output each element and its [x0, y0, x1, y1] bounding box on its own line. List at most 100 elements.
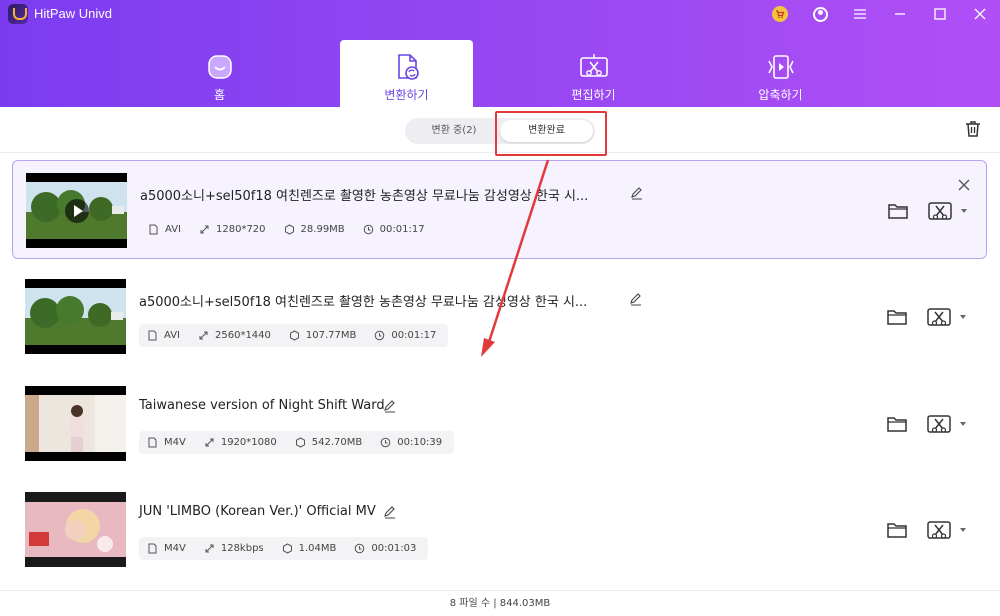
clock-icon — [380, 437, 391, 448]
close-window-button[interactable] — [960, 0, 1000, 28]
size-icon — [282, 543, 292, 554]
user-icon — [812, 6, 828, 22]
meta-bitrate: 128kbps — [204, 543, 264, 554]
subtab-converting[interactable]: 변환 중(2) — [410, 118, 498, 144]
file-row[interactable]: a5000소니+sel50f18 여친렌즈로 촬영한 농촌영상 무료나눔 감성영… — [12, 267, 987, 366]
file-row[interactable]: Taiwanese version of Night Shift Ward M4… — [12, 374, 987, 473]
thumbnail-image — [25, 492, 126, 567]
thumbnail-image — [25, 288, 126, 345]
meta-resolution: 1280*720 — [199, 224, 266, 235]
maximize-button[interactable] — [920, 0, 960, 28]
rename-icon[interactable] — [383, 399, 397, 413]
menu-icon — [854, 9, 866, 19]
remove-icon[interactable] — [957, 178, 971, 192]
size-value: 1.04MB — [298, 543, 337, 554]
clock-icon — [355, 543, 365, 554]
folder-icon[interactable] — [886, 414, 908, 434]
meta-resolution: 1920*1080 — [204, 437, 277, 448]
file-row[interactable]: a5000소니+sel50f18 여친렌즈로 촬영한 농촌영상 무료나눔 감성영… — [12, 160, 987, 259]
clock-icon — [375, 330, 385, 341]
status-footer: 8 파일 수 | 844.03MB — [0, 590, 1000, 616]
meta-size: 542.70MB — [295, 437, 362, 448]
file-icon — [148, 437, 157, 448]
resolution-icon — [205, 544, 214, 553]
resolution-icon — [205, 438, 214, 447]
format-value: M4V — [164, 543, 186, 554]
format-value: AVI — [164, 330, 180, 341]
chevron-down-icon[interactable] — [958, 419, 968, 429]
duration-value: 00:01:17 — [379, 224, 425, 235]
file-icon — [148, 543, 157, 554]
compress-icon — [767, 55, 794, 79]
format-value: AVI — [165, 224, 181, 235]
tab-home-label: 홈 — [213, 88, 226, 102]
meta-size: 107.77MB — [289, 330, 356, 341]
cart-button[interactable] — [760, 0, 800, 28]
edit-video-icon[interactable] — [926, 518, 952, 542]
chevron-down-icon[interactable] — [959, 206, 969, 216]
clock-icon — [363, 224, 373, 235]
minimize-button[interactable] — [880, 0, 920, 28]
duration-value: 00:01:17 — [391, 330, 437, 341]
resolution-icon — [200, 225, 209, 234]
meta-duration: 00:01:17 — [363, 224, 425, 235]
tab-convert[interactable]: 변환하기 — [340, 40, 473, 107]
file-name: Taiwanese version of Night Shift Ward — [139, 398, 385, 413]
play-icon[interactable] — [65, 199, 89, 223]
size-icon — [289, 330, 299, 341]
cart-icon — [772, 6, 788, 22]
folder-icon[interactable] — [887, 201, 909, 221]
convert-icon — [397, 54, 419, 80]
resolution-value: 1280*720 — [216, 224, 266, 235]
app-title: HitPaw Univd — [34, 6, 113, 21]
rename-icon[interactable] — [629, 292, 643, 306]
maximize-icon — [934, 8, 946, 20]
size-icon — [295, 437, 305, 448]
meta-duration: 00:01:17 — [374, 330, 436, 341]
format-value: M4V — [164, 437, 186, 448]
duration-value: 00:10:39 — [397, 437, 443, 448]
close-icon — [974, 8, 986, 20]
bitrate-value: 128kbps — [220, 543, 264, 554]
meta-format: AVI — [147, 330, 180, 341]
folder-icon[interactable] — [886, 520, 908, 540]
video-thumbnail — [26, 173, 127, 248]
file-meta: AVI 2560*1440 107.77MB 00:01:17 — [139, 324, 449, 347]
header-bar: HitPaw Univd 홈 변환하기 편집하기 압축하기 — [0, 0, 1000, 107]
folder-icon[interactable] — [886, 307, 908, 327]
size-value: 542.70MB — [311, 437, 363, 448]
edit-video-icon[interactable] — [926, 412, 952, 436]
rename-icon[interactable] — [630, 186, 644, 200]
file-row[interactable]: JUN 'LIMBO (Korean Ver.)' Official MV M4… — [12, 480, 987, 579]
meta-size: 1.04MB — [282, 543, 337, 554]
tab-home[interactable]: 홈 — [153, 40, 286, 107]
file-meta: AVI 1280*720 28.99MB 00:01:17 — [140, 218, 437, 241]
account-button[interactable] — [800, 0, 840, 28]
meta-resolution: 2560*1440 — [198, 330, 271, 341]
menu-button[interactable] — [840, 0, 880, 28]
resolution-icon — [199, 331, 208, 340]
edit-video-icon[interactable] — [926, 305, 952, 329]
chevron-down-icon[interactable] — [958, 525, 968, 535]
file-meta: M4V 128kbps 1.04MB 00:01:03 — [139, 537, 429, 560]
thumbnail-image — [25, 395, 126, 452]
file-name: JUN 'LIMBO (Korean Ver.)' Official MV — [139, 504, 376, 519]
chevron-down-icon[interactable] — [958, 312, 968, 322]
tab-edit-label: 편집하기 — [571, 88, 616, 102]
meta-format: M4V — [147, 437, 186, 448]
tab-compress[interactable]: 압축하기 — [714, 40, 847, 107]
tab-convert-label: 변환하기 — [384, 88, 429, 102]
window-controls — [760, 0, 1000, 28]
edit-video-icon[interactable] — [927, 199, 953, 223]
video-thumbnail — [25, 492, 126, 567]
footer-summary: 8 파일 수 | 844.03MB — [449, 598, 551, 609]
tab-compress-label: 압축하기 — [758, 88, 803, 102]
tab-edit[interactable]: 편집하기 — [527, 40, 660, 107]
meta-format: AVI — [148, 224, 181, 235]
home-icon — [207, 55, 232, 79]
video-thumbnail — [25, 386, 126, 461]
rename-icon[interactable] — [383, 505, 397, 519]
meta-duration: 00:10:39 — [380, 437, 442, 448]
minimize-icon — [895, 13, 905, 15]
trash-icon[interactable] — [963, 119, 983, 139]
